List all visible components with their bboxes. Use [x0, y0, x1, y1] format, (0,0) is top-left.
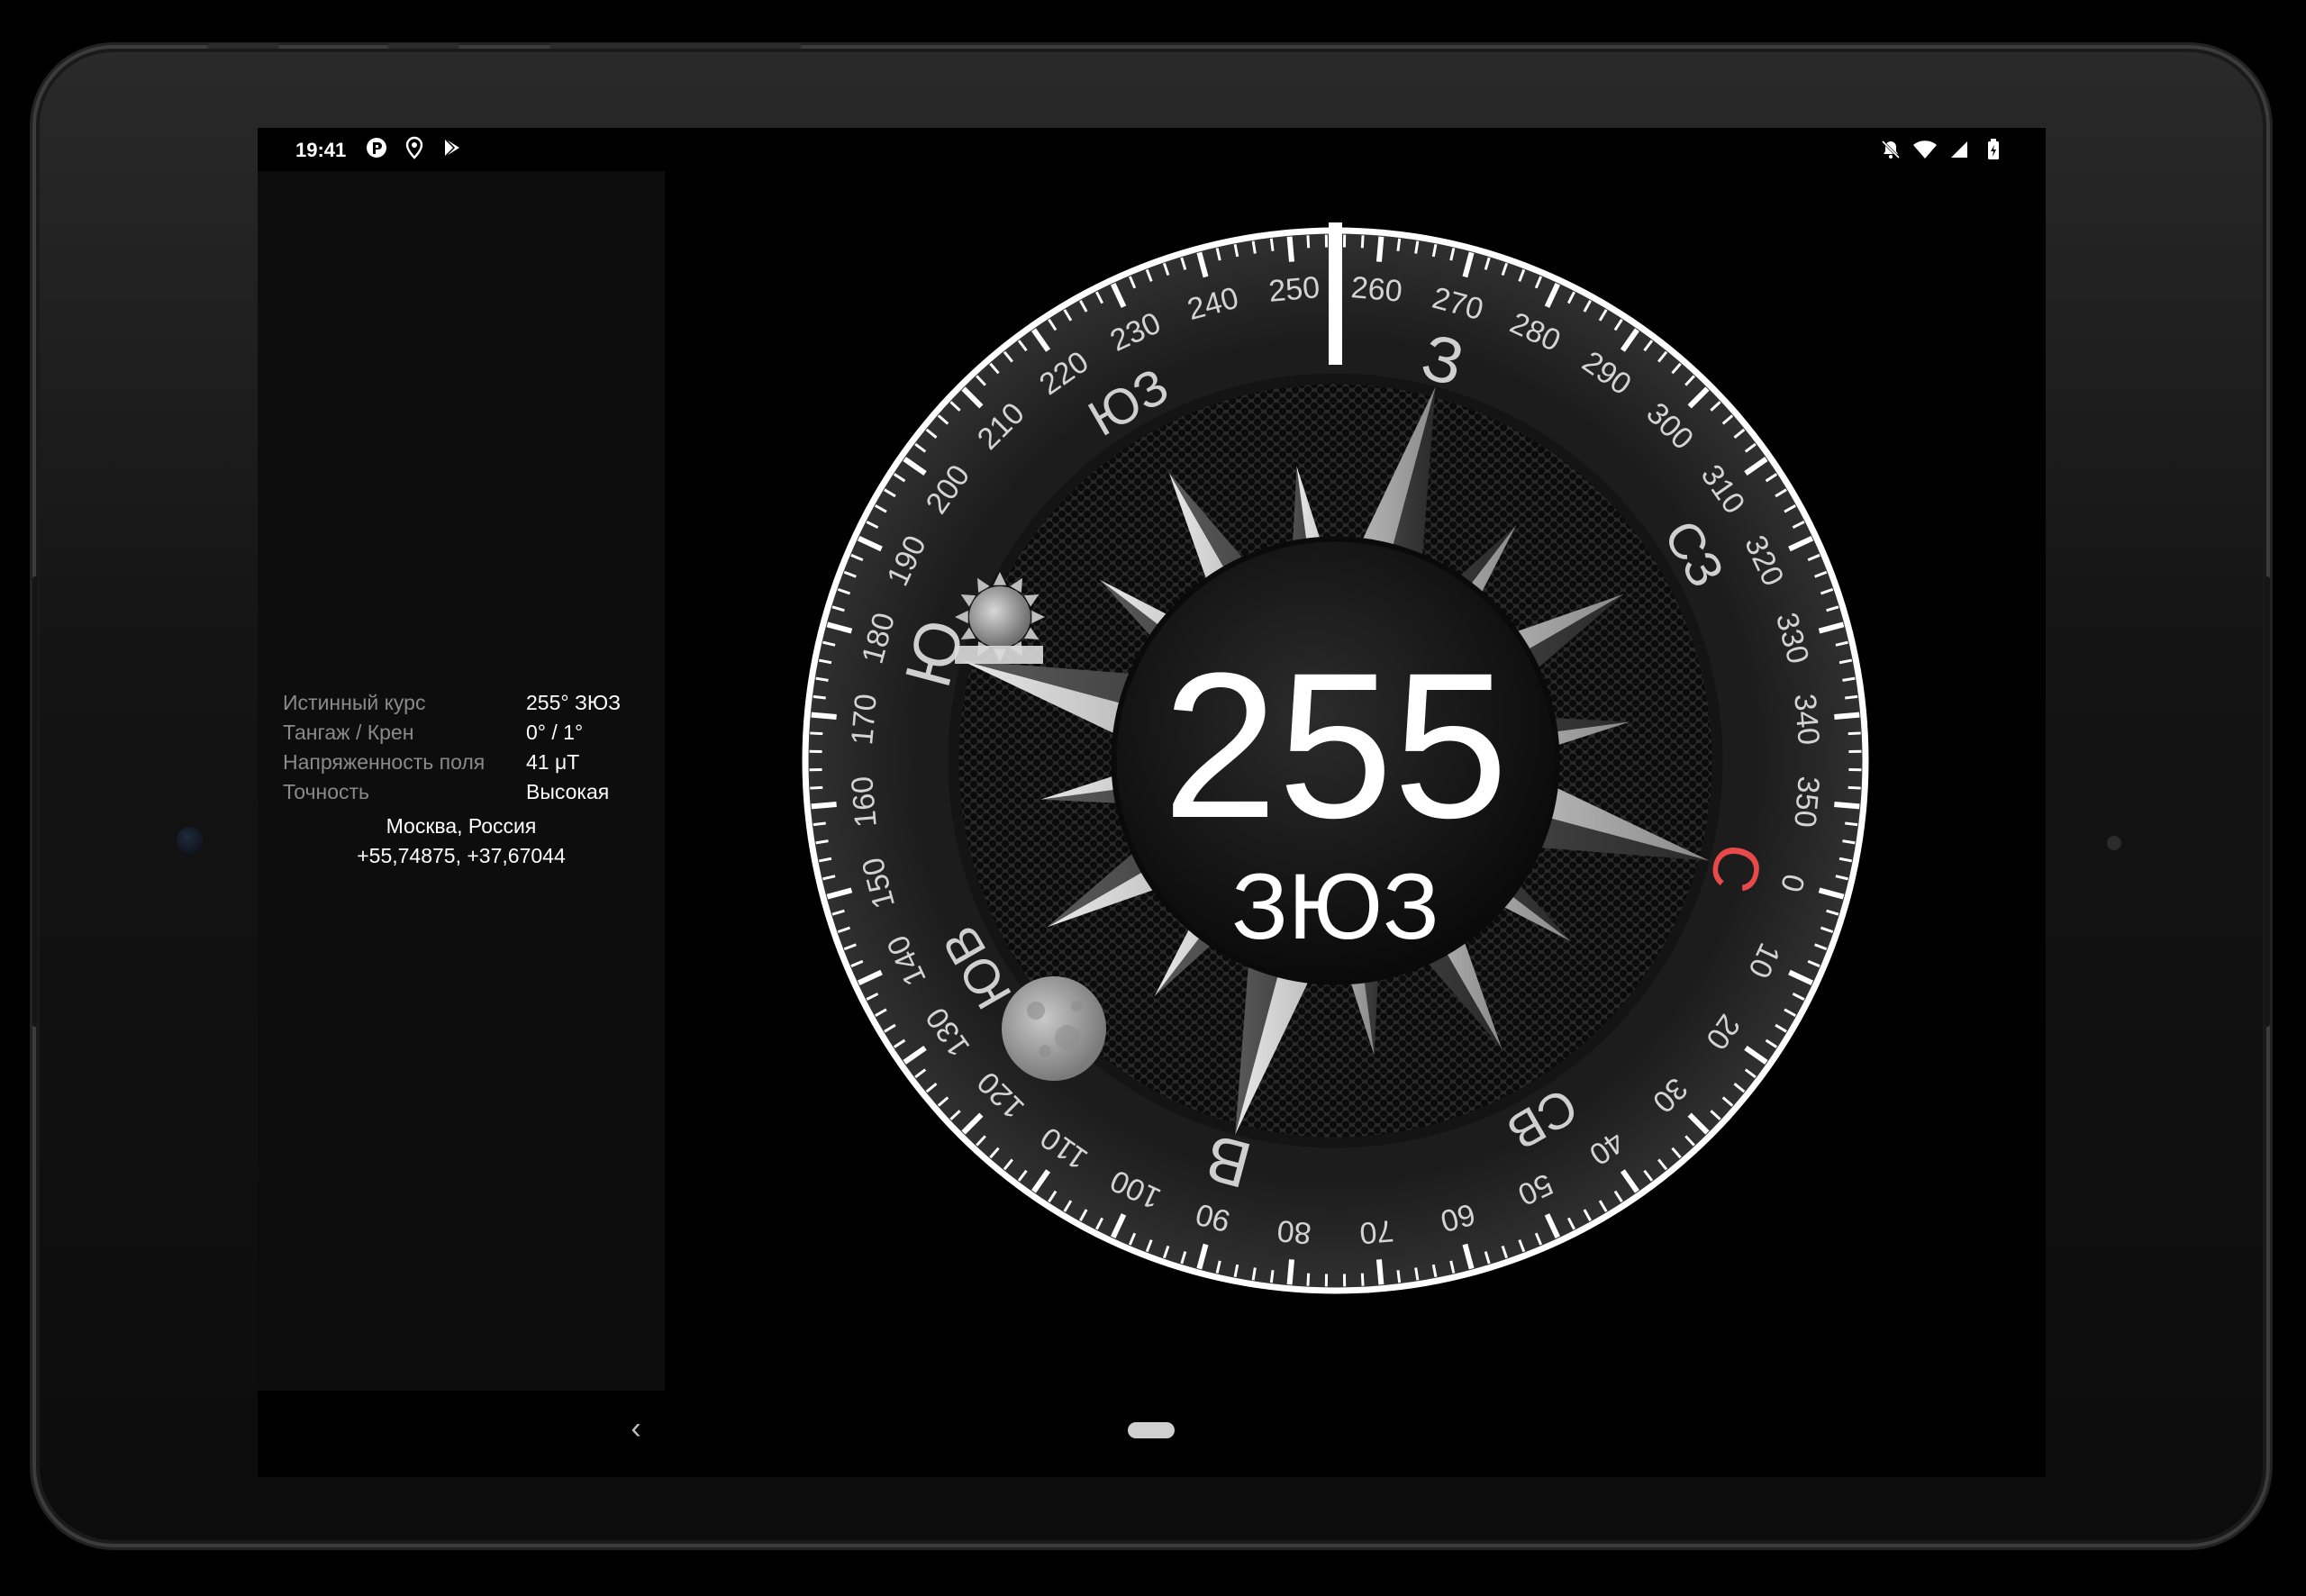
degree-tick — [813, 694, 826, 700]
heading-indicator — [1329, 222, 1342, 365]
degree-tick — [1306, 235, 1311, 249]
info-label: Истинный курс — [283, 691, 426, 714]
moon-icon — [1002, 976, 1106, 1081]
degree-label: 170 — [845, 693, 884, 747]
degree-label: 260 — [1349, 270, 1403, 309]
location-name: Москва, Россия — [386, 814, 537, 838]
degree-tick — [1848, 731, 1861, 736]
degree-tick — [811, 712, 837, 721]
alarm-off-icon — [1878, 137, 1903, 162]
status-icons-right — [1878, 137, 2006, 162]
degree-tick — [1375, 236, 1385, 262]
light-sensor — [2107, 836, 2121, 850]
home-pill-icon[interactable] — [1128, 1422, 1175, 1438]
degree-tick — [1306, 1273, 1311, 1286]
play-store-icon — [440, 135, 465, 160]
info-value: 41 μT — [526, 750, 580, 774]
degree-tick — [1834, 712, 1860, 721]
degree-tick — [810, 731, 823, 736]
degree-tick — [1834, 801, 1860, 810]
degree-tick — [1286, 1259, 1295, 1285]
location-coords: +55,74875, +37,67044 — [357, 844, 566, 867]
info-value: 0° / 1° — [526, 721, 584, 744]
heading-info: Истинный курс 255° ЗЮЗ Тангаж / Крен 0° … — [283, 688, 621, 807]
battery-icon — [1981, 137, 2006, 162]
info-label: Точность — [283, 780, 370, 803]
volume-button-top-2 — [387, 43, 459, 49]
degree-tick — [1360, 1273, 1365, 1286]
degree-tick — [1396, 238, 1402, 251]
info-row-field-strength: Напряженность поля 41 μT — [283, 748, 621, 777]
heading-value: 255 — [1163, 630, 1509, 861]
info-row-accuracy: Точность Высокая — [283, 777, 621, 807]
location-icon — [402, 135, 427, 160]
back-icon[interactable]: ‹ — [618, 1410, 654, 1446]
side-edge-right — [2265, 576, 2270, 1027]
degree-label: 70 — [1358, 1213, 1395, 1250]
degree-label: 250 — [1267, 270, 1321, 309]
compass-dial[interactable]: 0102030405060708090100110120130140150160… — [797, 222, 1874, 1299]
degree-label: 350 — [1787, 775, 1826, 829]
info-value: Высокая — [526, 780, 610, 803]
app-notification-icon — [364, 135, 389, 160]
status-icons-left — [364, 135, 465, 160]
cellular-signal-icon — [1947, 137, 1972, 162]
degree-tick — [1375, 1259, 1385, 1285]
degree-tick — [1269, 1270, 1275, 1283]
degree-tick — [1286, 236, 1295, 262]
degree-tick — [1848, 785, 1861, 790]
screen: 19:41 Истинный курс 255° ЗЮЗ Тангаж / Кр… — [258, 128, 2046, 1477]
info-label: Напряженность поля — [283, 750, 486, 774]
degree-label: 160 — [845, 775, 884, 829]
power-button — [549, 43, 802, 49]
info-row-true-course: Истинный курс 255° ЗЮЗ — [283, 688, 621, 718]
degree-tick — [1845, 694, 1858, 700]
info-panel: Истинный курс 255° ЗЮЗ Тангаж / Крен 0° … — [258, 171, 665, 1391]
sun-horizon-marker — [955, 646, 1043, 664]
degree-tick — [1360, 235, 1365, 249]
status-bar: 19:41 — [258, 128, 2046, 171]
volume-button-top — [207, 43, 279, 49]
degree-label: 340 — [1787, 693, 1826, 747]
degree-tick — [1845, 821, 1858, 827]
side-edge-left — [32, 576, 38, 1027]
degree-tick — [1269, 238, 1275, 251]
info-label: Тангаж / Крен — [283, 721, 414, 744]
degree-tick — [810, 785, 823, 790]
degree-label: 80 — [1276, 1213, 1312, 1250]
front-camera — [177, 827, 204, 854]
info-value: 255° ЗЮЗ — [526, 691, 621, 714]
info-row-pitch-roll: Тангаж / Крен 0° / 1° — [283, 718, 621, 748]
status-time: 19:41 — [295, 139, 347, 161]
heading-direction: ЗЮЗ — [1231, 855, 1439, 959]
degree-tick — [1396, 1270, 1402, 1283]
degree-tick — [813, 821, 826, 827]
wifi-icon — [1912, 137, 1938, 162]
navigation-bar: ‹ — [258, 1391, 2046, 1477]
degree-tick — [811, 801, 837, 810]
